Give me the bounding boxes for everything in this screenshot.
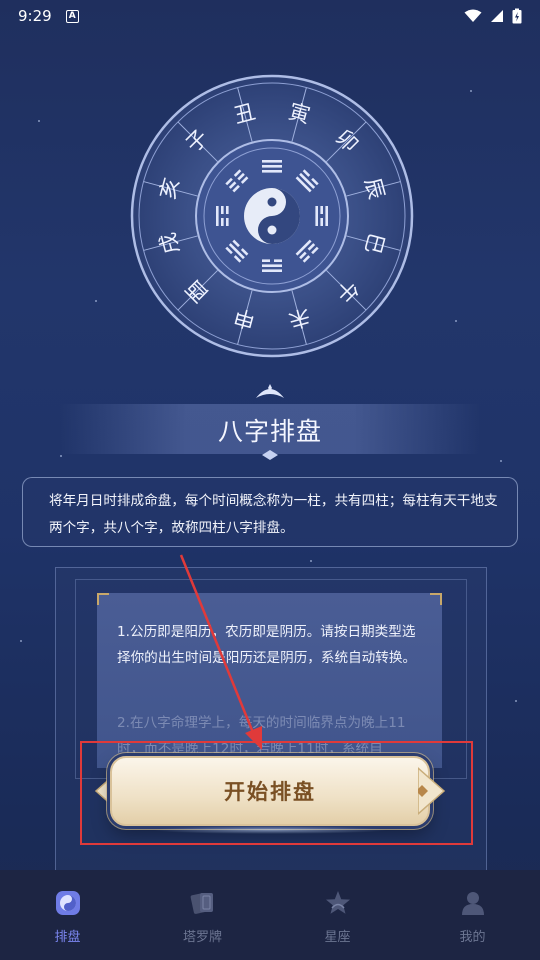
nav-label: 星座 [324,930,351,945]
signal-icon [491,10,503,22]
page-title: 八字排盘 [217,417,322,446]
description-box: 将年月日时排成命盘，每个时间概念称为一柱，共有四柱；每柱有天干地支两个字，共八个… [22,477,518,547]
title-banner: 八字排盘 [0,384,540,460]
nav-label: 排盘 [54,930,81,945]
nav-item-tarot[interactable]: 塔罗牌 [135,870,270,960]
battery-icon [512,8,522,24]
nav-item-paipan[interactable]: 排盘 [0,870,135,960]
trigram-icon [262,160,282,173]
yin-yang-icon [53,888,83,918]
bottom-nav: 排盘 塔罗牌 星座 我的 [0,870,540,960]
highlight-box [80,741,473,845]
nav-item-profile[interactable]: 我的 [405,870,540,960]
notification-icon: A [65,9,79,23]
earthly-branches-wheel: 子丑寅卯辰巳午未申酉戌亥 [130,74,414,358]
info-paragraph-1: 1.公历即是阳历，农历即是阴历。请按日期类型选择你的出生时间是阳历还是阴历，系统… [117,624,417,666]
wheel-graphic: 子丑 寅卯辰巳午未申酉戌亥 [130,74,414,358]
nav-item-horoscope[interactable]: 星座 [270,870,405,960]
nav-label: 塔罗牌 [182,930,222,945]
cards-icon [188,888,218,918]
yin-yang-icon [244,188,300,244]
wifi-icon [464,9,482,22]
crescent-ornament-icon [256,384,284,398]
diamond-ornament-icon [262,450,278,460]
status-bar: 9:29 A [0,0,540,32]
nav-label: 我的 [459,930,486,945]
description-text: 将年月日时排成命盘，每个时间概念称为一柱，共有四柱；每柱有天干地支两个字，共八个… [49,493,498,536]
star-icon [323,888,353,918]
person-icon [458,888,488,918]
status-time: 9:29 [18,7,52,25]
